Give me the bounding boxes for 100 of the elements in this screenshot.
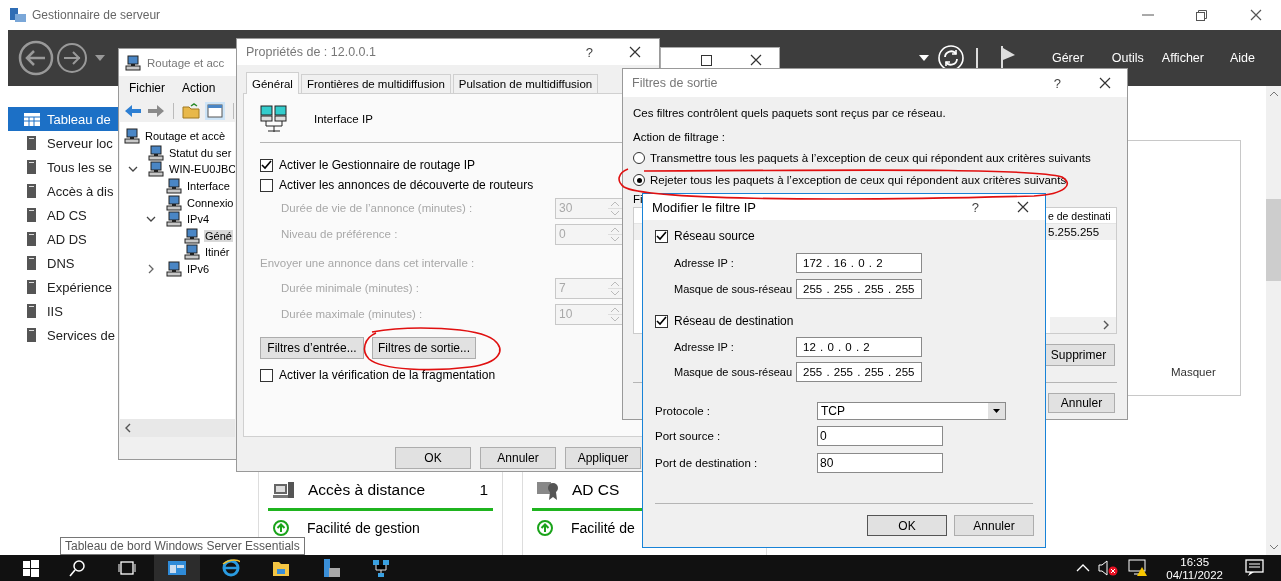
speaker-icon[interactable] [1098, 560, 1119, 576]
menu-item[interactable]: Action [182, 81, 216, 95]
field-label: Port source : [655, 430, 722, 442]
checkbox[interactable] [655, 314, 668, 328]
network-icon[interactable] [372, 559, 390, 577]
sidebar-item[interactable]: IIS [8, 299, 118, 323]
tree-item[interactable]: Interface [186, 180, 231, 193]
dashboard-icon[interactable] [168, 559, 186, 577]
close-icon[interactable] [1017, 201, 1029, 213]
sidebar-item[interactable]: DNS [8, 251, 118, 275]
sidebar-item[interactable]: Serveur loc [8, 131, 118, 155]
window-title: Routage et acc [147, 56, 225, 69]
status-text: Facilité de gestion [307, 520, 420, 536]
task-view-icon[interactable] [118, 559, 136, 577]
tree-item[interactable]: Statut du ser [168, 146, 233, 159]
tree-item[interactable]: IPv6 [186, 263, 210, 276]
window-icon[interactable] [204, 102, 225, 120]
help-button[interactable]: ? [585, 44, 593, 60]
field-label: Durée minimale (minutes) : [281, 282, 421, 294]
close-icon[interactable] [1250, 9, 1262, 21]
menu-item[interactable]: Afficher [1161, 51, 1204, 65]
sidebar-item[interactable]: Services de [8, 323, 118, 347]
port-field[interactable]: 80 [817, 453, 943, 473]
scrollbar-thumb[interactable] [1266, 199, 1281, 281]
notification-icon[interactable] [1245, 559, 1265, 577]
forward-icon[interactable] [56, 42, 88, 74]
search-icon[interactable] [68, 559, 86, 577]
column-header[interactable]: e de destinati [1048, 209, 1116, 222]
sidebar-item[interactable]: Tableau de [8, 107, 118, 131]
refresh-icon[interactable] [937, 45, 964, 71]
tab[interactable]: Général [246, 72, 299, 94]
ok-button[interactable]: OK [867, 515, 947, 536]
scrollbar[interactable] [1050, 317, 1116, 333]
caret-icon[interactable] [918, 55, 929, 61]
radio-label: Rejeter tous les paquets à l’exception de ceux qui répondent aux critères suivants [650, 174, 1067, 186]
menu-item[interactable]: Outils [1111, 51, 1144, 65]
menu-item[interactable]: Aide [1229, 51, 1255, 65]
restore-icon[interactable] [1196, 9, 1207, 21]
computer-icon [124, 128, 140, 145]
tab[interactable]: Pulsation de multidiffusion [452, 74, 599, 93]
output-filters-button[interactable]: Filtres de sortie... [372, 337, 476, 359]
checkbox[interactable] [260, 158, 273, 172]
list-label: Fi [633, 193, 644, 207]
close-icon[interactable] [1099, 77, 1111, 89]
tab[interactable]: Frontières de multidiffusion [300, 74, 451, 93]
ip-address-field[interactable]: 172 . 16 . 0 . 2 [796, 253, 922, 273]
tree-item[interactable]: WIN-EU0JBC [168, 163, 235, 176]
chevron-right-icon [1102, 320, 1110, 330]
ok-button[interactable]: OK [395, 447, 471, 469]
tree-item[interactable]: Itinér [204, 246, 231, 259]
tile-title: AD CS [572, 481, 621, 499]
protocol-dropdown[interactable]: TCP [817, 402, 1006, 420]
checkbox[interactable] [655, 229, 668, 243]
radio-button[interactable] [633, 152, 645, 164]
certificate-icon [537, 480, 559, 500]
cancel-button[interactable]: Annuler [954, 515, 1034, 536]
sidebar-item[interactable]: Expérience [8, 275, 118, 299]
cancel-button[interactable]: Annuler [480, 447, 556, 469]
tree-item[interactable]: Routage et accè [144, 130, 227, 143]
forward-arrow-icon[interactable] [147, 104, 165, 118]
checkbox-label: Activer la vérification de la fragmentation [279, 368, 496, 382]
tree-item[interactable]: Connexio [186, 196, 235, 209]
network-icon[interactable] [1128, 559, 1149, 577]
field-label: Durée de vie de l’annonce (minutes) : [281, 202, 474, 214]
sidebar-item[interactable]: Accès à dis [8, 179, 118, 203]
help-button[interactable]: ? [1053, 75, 1061, 91]
folder-icon[interactable] [272, 559, 290, 577]
server-icon[interactable] [322, 559, 340, 577]
checkbox-label: Activer le Gestionnaire de routage IP [279, 158, 476, 172]
hide-link[interactable]: Masquer [1171, 366, 1240, 378]
field-label: Adresse IP : [673, 341, 735, 353]
back-icon[interactable] [18, 40, 54, 76]
scrollbar[interactable] [120, 419, 235, 437]
input-filters-button[interactable]: Filtres d’entrée... [260, 337, 364, 359]
subnet-mask-field[interactable]: 255 . 255 . 255 . 255 [796, 279, 922, 299]
apply-button[interactable]: Appliquer [565, 447, 641, 469]
checkbox[interactable] [260, 368, 273, 382]
menu-item[interactable]: Fichier [129, 81, 165, 95]
port-field[interactable]: 0 [817, 426, 943, 446]
checkbox[interactable] [260, 178, 273, 192]
globe-icon[interactable] [222, 559, 240, 577]
tile-count: 1 [479, 481, 488, 499]
subnet-mask-field[interactable]: 255 . 255 . 255 . 255 [796, 362, 922, 382]
menu-item[interactable]: Gérer [1051, 51, 1084, 65]
sidebar-item[interactable]: AD DS [8, 227, 118, 251]
sidebar-item[interactable]: Tous les se [8, 155, 118, 179]
scrollbar[interactable] [1266, 86, 1281, 555]
ip-address-field[interactable]: 12 . 0 . 0 . 2 [796, 337, 922, 357]
radio-button[interactable] [633, 174, 645, 186]
close-icon[interactable] [750, 54, 762, 66]
cancel-button[interactable]: Annuler [1048, 393, 1115, 413]
sidebar-item[interactable]: AD CS [8, 203, 118, 227]
close-icon[interactable] [629, 46, 641, 58]
tree-item[interactable]: IPv4 [186, 213, 210, 226]
tree-item[interactable]: Géné [204, 229, 233, 242]
help-button[interactable]: ? [971, 199, 979, 215]
back-arrow-icon[interactable] [124, 104, 142, 118]
radio-label: Transmettre tous les paquets à l’exception de ceux qui répondent aux critères suivants [650, 152, 1091, 164]
start-icon[interactable] [22, 559, 40, 577]
flag-icon[interactable] [999, 46, 1016, 70]
